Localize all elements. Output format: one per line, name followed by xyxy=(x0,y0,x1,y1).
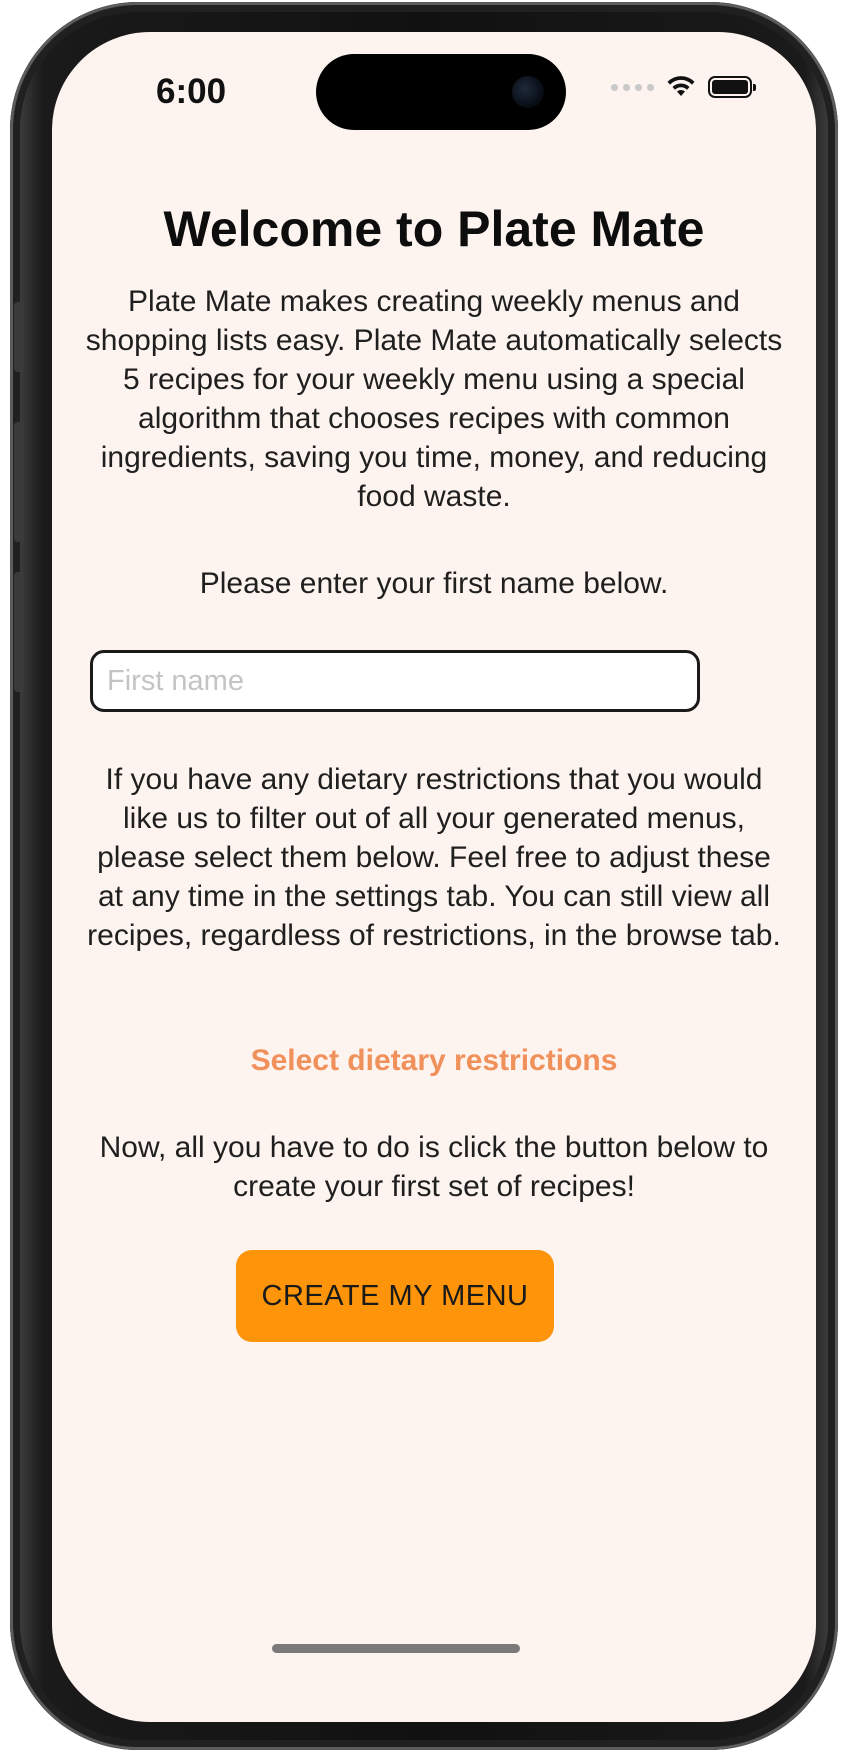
final-text: Now, all you have to do is click the but… xyxy=(99,1131,769,1203)
screen: 6:00 Welcome to Plate Mate Plate Mate ma… xyxy=(52,32,816,1722)
home-indicator xyxy=(272,1644,520,1653)
volume-up-button xyxy=(14,422,24,542)
status-time: 6:00 xyxy=(156,72,227,111)
status-icons xyxy=(611,76,756,98)
action-button xyxy=(14,302,24,372)
camera-icon xyxy=(512,76,544,108)
first-name-input[interactable] xyxy=(90,650,700,712)
restrictions-text: If you have any dietary restrictions tha… xyxy=(87,763,781,952)
select-dietary-restrictions-link[interactable]: Select dietary restrictions xyxy=(52,1044,816,1078)
page-title: Welcome to Plate Mate xyxy=(163,201,705,257)
battery-icon xyxy=(708,76,756,98)
phone-frame: 6:00 Welcome to Plate Mate Plate Mate ma… xyxy=(10,2,838,1750)
create-my-menu-button[interactable]: CREATE MY MENU xyxy=(236,1250,554,1342)
cellular-dots-icon xyxy=(611,83,654,91)
volume-down-button xyxy=(14,572,24,692)
intro-text: Plate Mate makes creating weekly menus a… xyxy=(85,285,783,513)
name-prompt: Please enter your first name below. xyxy=(199,567,669,600)
dynamic-island xyxy=(316,54,566,130)
wifi-icon xyxy=(667,76,695,96)
